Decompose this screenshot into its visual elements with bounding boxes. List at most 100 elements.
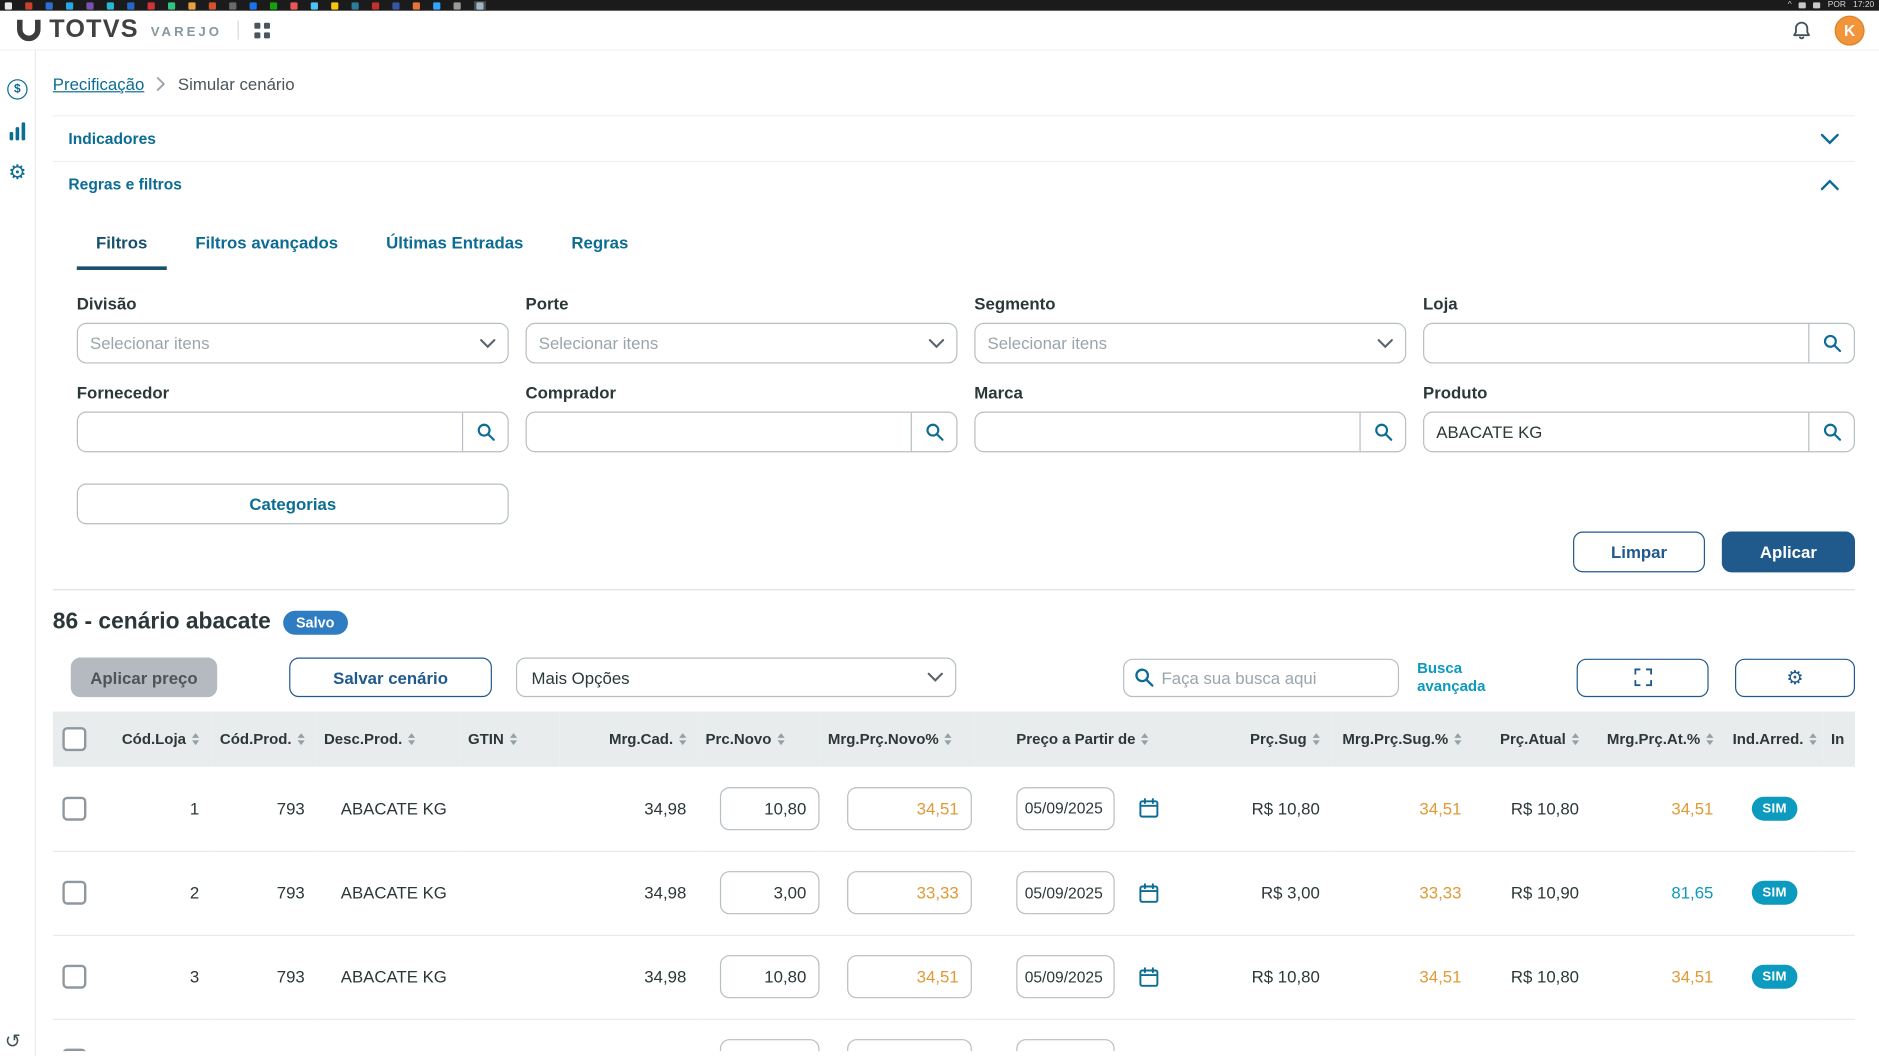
- row-checkbox[interactable]: [62, 880, 87, 905]
- column-header-prc-sug[interactable]: Prç.Sug: [1197, 711, 1332, 767]
- mrg-novo-input[interactable]: [847, 871, 972, 915]
- row-checkbox[interactable]: [62, 796, 87, 821]
- taskbar-app-icon[interactable]: [290, 1, 298, 9]
- row-checkbox[interactable]: [62, 964, 87, 989]
- sort-icon[interactable]: [679, 733, 687, 746]
- section-regras-filtros[interactable]: Regras e filtros: [52, 160, 1855, 207]
- taskbar-app-icon[interactable]: [167, 1, 176, 9]
- comprador-input[interactable]: [526, 422, 911, 442]
- settings-gear-icon[interactable]: ⚙: [5, 161, 29, 185]
- tab-filtros-avancados[interactable]: Filtros avançados: [176, 221, 357, 270]
- taskbar-app-icon[interactable]: [208, 1, 216, 9]
- user-avatar[interactable]: K: [1834, 14, 1865, 45]
- taskbar-app-icon[interactable]: [392, 1, 400, 9]
- produto-input[interactable]: [1424, 422, 1809, 442]
- salvar-cenario-button[interactable]: Salvar cenário: [289, 657, 492, 698]
- calendar-icon[interactable]: [1139, 882, 1159, 903]
- column-header-gtin[interactable]: GTIN: [460, 711, 560, 767]
- sort-icon[interactable]: [1141, 733, 1149, 746]
- sort-icon[interactable]: [509, 733, 517, 746]
- table-settings-button[interactable]: ⚙: [1735, 658, 1855, 697]
- prc-novo-input[interactable]: [719, 1039, 820, 1052]
- column-header-preco-a-partir[interactable]: Preço a Partir de: [974, 711, 1198, 767]
- mrg-novo-input[interactable]: [847, 786, 972, 831]
- prc-novo-input[interactable]: [719, 955, 820, 999]
- taskbar-app-icon[interactable]: [412, 1, 420, 9]
- preco-a-partir-input[interactable]: [1016, 786, 1115, 831]
- history-icon[interactable]: ↺: [5, 1031, 21, 1051]
- tray-chevron-icon[interactable]: ^: [1788, 0, 1792, 11]
- sort-icon[interactable]: [944, 733, 952, 746]
- taskbar-app-icon[interactable]: [310, 1, 318, 9]
- tray-clock[interactable]: 17:20: [1853, 0, 1874, 11]
- sort-icon[interactable]: [297, 733, 305, 746]
- row-checkbox[interactable]: [62, 1048, 87, 1052]
- table-search-input[interactable]: [1161, 667, 1389, 687]
- mrg-novo-input[interactable]: [847, 1039, 972, 1052]
- column-header-prc-atual[interactable]: Prç.Atual: [1473, 711, 1592, 767]
- taskbar-app-icon[interactable]: [229, 1, 237, 9]
- taskbar-app-icon[interactable]: [65, 1, 74, 9]
- sort-icon[interactable]: [191, 733, 200, 746]
- sort-icon[interactable]: [408, 733, 416, 746]
- indicators-chart-icon[interactable]: [5, 119, 29, 143]
- segmento-select[interactable]: Selecionar itens: [974, 322, 1407, 364]
- app-grid-icon[interactable]: [254, 22, 271, 38]
- loja-input[interactable]: [1424, 333, 1809, 353]
- limpar-button[interactable]: Limpar: [1573, 531, 1706, 573]
- taskbar-app-icon[interactable]: [188, 1, 196, 9]
- search-icon[interactable]: [1808, 412, 1854, 452]
- sort-icon[interactable]: [1571, 733, 1580, 746]
- prc-novo-input[interactable]: [719, 871, 820, 915]
- taskbar-app-icon[interactable]: [25, 1, 33, 9]
- taskbar-app-icon[interactable]: [351, 1, 359, 9]
- taskbar-app-icon[interactable]: [331, 1, 339, 9]
- chevron-down-icon[interactable]: [1820, 133, 1839, 145]
- categorias-button[interactable]: Categorias: [76, 483, 509, 525]
- sort-icon[interactable]: [777, 733, 785, 746]
- fornecedor-input[interactable]: [77, 422, 462, 442]
- column-header-prc-novo[interactable]: Prc.Novo: [698, 711, 821, 767]
- column-header-mrg-prc-novo[interactable]: Mrg.Prç.Novo%: [820, 711, 975, 767]
- taskbar-active-app-icon[interactable]: [473, 0, 486, 11]
- notifications-bell-icon[interactable]: [1790, 19, 1813, 42]
- porte-select[interactable]: Selecionar itens: [525, 322, 958, 364]
- column-header-ind-arred[interactable]: Ind.Arred.: [1725, 711, 1824, 767]
- tab-filtros[interactable]: Filtros: [76, 221, 167, 270]
- column-header-mrg-cad[interactable]: Mrg.Cad.: [559, 711, 699, 767]
- search-icon[interactable]: [910, 412, 957, 452]
- preco-a-partir-input[interactable]: [1016, 955, 1115, 999]
- column-header-cod-loja[interactable]: Cód.Loja: [95, 711, 212, 767]
- system-tray[interactable]: ^ POR 17:20: [1788, 0, 1874, 11]
- search-icon[interactable]: [1359, 412, 1405, 452]
- select-all-checkbox[interactable]: [62, 727, 87, 752]
- prc-novo-input[interactable]: [719, 786, 820, 831]
- taskbar-app-icon[interactable]: [4, 1, 12, 9]
- tab-ultimas-entradas[interactable]: Últimas Entradas: [367, 221, 543, 270]
- calendar-icon[interactable]: [1139, 798, 1159, 818]
- column-header-cod-prod[interactable]: Cód.Prod.: [211, 711, 317, 767]
- taskbar-app-icons[interactable]: [4, 1, 461, 9]
- taskbar-app-icon[interactable]: [127, 1, 135, 9]
- tab-regras[interactable]: Regras: [552, 221, 647, 270]
- search-icon[interactable]: [1808, 323, 1854, 363]
- preco-a-partir-input[interactable]: [1016, 1039, 1115, 1052]
- calendar-icon[interactable]: [1139, 966, 1159, 987]
- pricing-module-icon[interactable]: $: [5, 77, 29, 101]
- tray-network-icon[interactable]: [1798, 2, 1807, 9]
- preco-a-partir-input[interactable]: [1016, 871, 1115, 915]
- marca-input[interactable]: [975, 422, 1360, 442]
- taskbar-app-icon[interactable]: [86, 1, 94, 9]
- taskbar-app-icon[interactable]: [147, 1, 155, 9]
- taskbar-app-icon[interactable]: [453, 1, 461, 9]
- sort-icon[interactable]: [1809, 733, 1817, 746]
- sort-icon[interactable]: [1312, 733, 1320, 746]
- taskbar-app-icon[interactable]: [371, 1, 380, 9]
- expand-table-button[interactable]: [1576, 658, 1709, 697]
- taskbar-app-icon[interactable]: [269, 1, 278, 9]
- chevron-up-icon[interactable]: [1820, 178, 1839, 190]
- section-indicadores[interactable]: Indicadores: [52, 115, 1855, 161]
- tray-volume-icon[interactable]: [1813, 2, 1821, 9]
- sort-icon[interactable]: [1454, 733, 1462, 746]
- taskbar-app-icon[interactable]: [45, 1, 53, 9]
